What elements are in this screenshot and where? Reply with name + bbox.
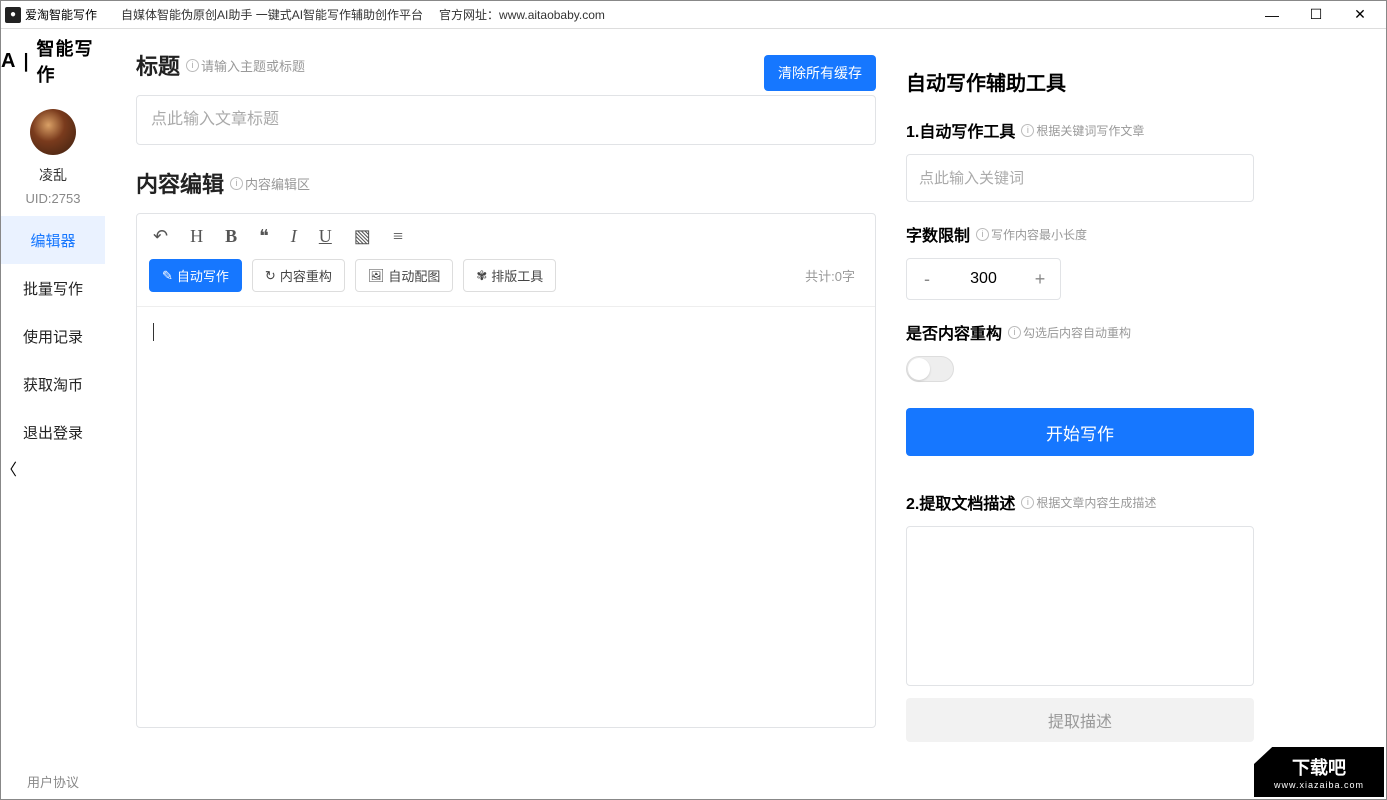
- heading-icon[interactable]: H: [190, 226, 203, 247]
- auto-write-section-title: 1.自动写作工具 i根据关键词写作文章: [906, 118, 1254, 142]
- info-icon: i: [976, 228, 989, 241]
- watermark: 下载吧www.xiazaiba.com: [1254, 747, 1384, 797]
- user-agreement-link[interactable]: 用户协议: [27, 772, 79, 791]
- article-title-input[interactable]: [136, 95, 876, 145]
- extract-section-title: 2.提取文档描述 i根据文章内容生成描述: [906, 490, 1254, 514]
- avatar[interactable]: [30, 109, 76, 155]
- word-limit-stepper[interactable]: - 300 +: [906, 258, 1061, 300]
- description-output[interactable]: [906, 526, 1254, 686]
- app-subtitle: 自媒体智能伪原创AI助手 一键式AI智能写作辅助创作平台: [121, 6, 423, 23]
- user-id: UID:2753: [26, 191, 81, 206]
- assist-panel: 自动写作辅助工具 1.自动写作工具 i根据关键词写作文章 字数限制 i写作内容最…: [900, 49, 1260, 799]
- restructure-toggle[interactable]: [906, 356, 954, 382]
- word-limit-title: 字数限制 i写作内容最小长度: [906, 222, 1254, 246]
- extract-description-button[interactable]: 提取描述: [906, 698, 1254, 742]
- username: 凌乱: [39, 165, 67, 185]
- tool-icon: ✾: [476, 268, 487, 284]
- close-button[interactable]: ✕: [1338, 1, 1382, 29]
- align-icon[interactable]: ≡: [393, 226, 403, 247]
- clear-cache-button[interactable]: 清除所有缓存: [764, 55, 876, 91]
- info-icon: i: [186, 59, 199, 72]
- logo: A❘智能写作: [1, 35, 105, 87]
- decrement-button[interactable]: -: [907, 259, 947, 299]
- layout-tool-button[interactable]: ✾排版工具: [463, 259, 556, 292]
- word-limit-value: 300: [947, 270, 1020, 288]
- start-writing-button[interactable]: 开始写作: [906, 408, 1254, 456]
- sidebar-item-editor[interactable]: 编辑器: [1, 216, 105, 264]
- sidebar-item-coins[interactable]: 获取淘币: [1, 360, 105, 408]
- main-editor: 标题 i请输入主题或标题 清除所有缓存 内容编辑 i内容编辑区 ↶ H B ❝ …: [136, 49, 876, 799]
- format-toolbar: ↶ H B ❝ I U ▧ ≡: [137, 214, 875, 253]
- editor-container: ↶ H B ❝ I U ▧ ≡ ✎自动写作 ↻内容重构 🖼自动配图 ✾排版工具 …: [136, 213, 876, 728]
- info-icon: i: [1021, 124, 1034, 137]
- minimize-button[interactable]: —: [1250, 1, 1294, 29]
- restructure-button[interactable]: ↻内容重构: [252, 259, 345, 292]
- pencil-icon: ✎: [162, 268, 173, 284]
- sidebar-item-history[interactable]: 使用记录: [1, 312, 105, 360]
- picture-icon: 🖼: [368, 268, 385, 284]
- info-icon: i: [1008, 326, 1021, 339]
- app-icon: ●: [5, 7, 21, 23]
- assist-panel-title: 自动写作辅助工具: [906, 67, 1254, 96]
- word-counter: 共计:0字: [805, 266, 863, 285]
- auto-write-button[interactable]: ✎自动写作: [149, 259, 242, 292]
- editor-textarea[interactable]: [137, 307, 875, 727]
- bold-icon[interactable]: B: [225, 226, 237, 247]
- maximize-button[interactable]: ☐: [1294, 1, 1338, 29]
- sidebar: A❘智能写作 凌乱 UID:2753 编辑器 批量写作 使用记录 获取淘币 退出…: [1, 29, 106, 799]
- action-toolbar: ✎自动写作 ↻内容重构 🖼自动配图 ✾排版工具 共计:0字: [137, 253, 875, 307]
- info-icon: i: [230, 177, 243, 190]
- keyword-input[interactable]: [906, 154, 1254, 202]
- auto-image-button[interactable]: 🖼自动配图: [355, 259, 454, 292]
- quote-icon[interactable]: ❝: [259, 226, 269, 247]
- italic-icon[interactable]: I: [291, 226, 297, 247]
- undo-icon[interactable]: ↶: [153, 226, 168, 247]
- restructure-toggle-title: 是否内容重构 i勾选后内容自动重构: [906, 320, 1254, 344]
- titlebar: ● 爱淘智能写作 自媒体智能伪原创AI助手 一键式AI智能写作辅助创作平台 官方…: [1, 1, 1386, 29]
- sidebar-item-batch[interactable]: 批量写作: [1, 264, 105, 312]
- official-url: 官方网址：www.aitaobaby.com: [439, 6, 605, 23]
- content-section-header: 内容编辑 i内容编辑区: [136, 167, 876, 199]
- sidebar-item-logout[interactable]: 退出登录: [1, 408, 105, 456]
- increment-button[interactable]: +: [1020, 259, 1060, 299]
- info-icon: i: [1021, 496, 1034, 509]
- chevron-left-icon[interactable]: 〈: [1, 462, 17, 479]
- app-name: 爱淘智能写作: [25, 6, 97, 23]
- refresh-icon: ↻: [265, 268, 276, 284]
- image-icon[interactable]: ▧: [354, 226, 371, 247]
- underline-icon[interactable]: U: [319, 226, 332, 247]
